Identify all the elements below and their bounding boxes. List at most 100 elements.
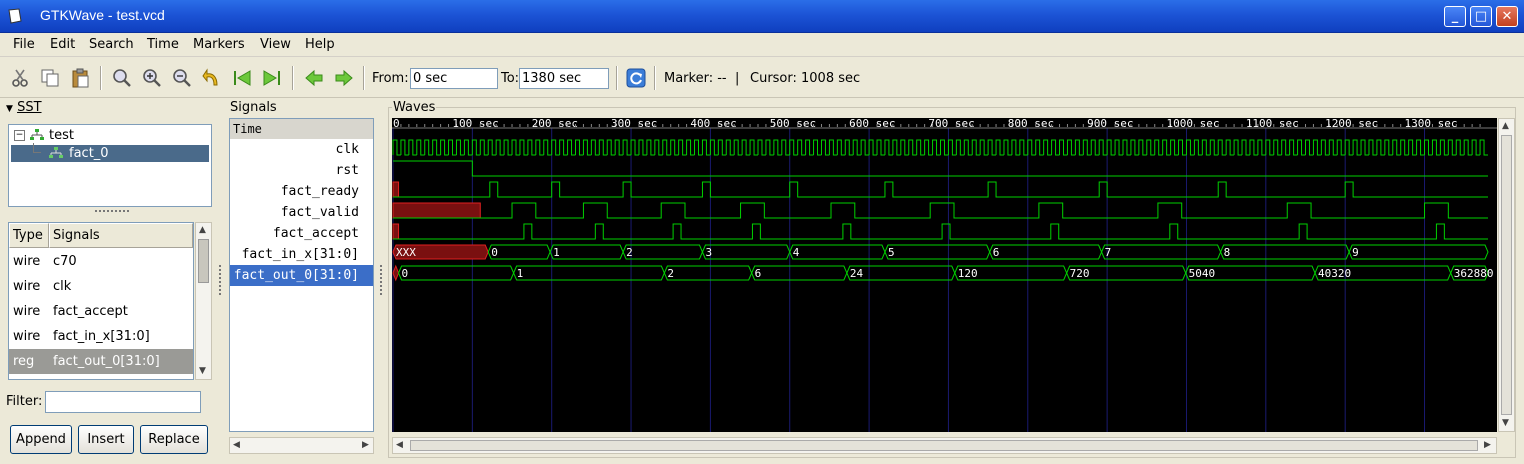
row-type: wire bbox=[13, 374, 40, 379]
scroll-right-icon[interactable]: ▶ bbox=[1484, 440, 1491, 450]
list-item[interactable]: wire c70 bbox=[9, 249, 193, 274]
menu-time[interactable]: Time bbox=[147, 37, 179, 52]
signal-fact-in-x[interactable]: fact_in_x[31:0] bbox=[242, 244, 359, 265]
bus-fact-in-x-value: 8 bbox=[1224, 246, 1231, 259]
hierarchy-icon bbox=[49, 147, 63, 158]
minimize-button[interactable]: _ bbox=[1444, 6, 1466, 27]
sst-header[interactable]: ▼ SST bbox=[6, 100, 42, 115]
bus-fact-in-x-value: 1 bbox=[553, 246, 560, 259]
bus-fact-in-x-value: 7 bbox=[1105, 246, 1112, 259]
waveform-canvas[interactable]: 0 100 sec 200 sec 300 sec 400 sec 500 sec 600 … bbox=[392, 118, 1497, 432]
list-item[interactable]: wire clk bbox=[9, 274, 193, 299]
waveform-svg[interactable]: 0 100 sec 200 sec 300 sec 400 sec 500 sec 600 … bbox=[392, 118, 1497, 432]
bus-fact-out-0-value: 0 bbox=[402, 267, 409, 280]
list-item[interactable]: wire fact_ready bbox=[9, 374, 193, 379]
scroll-up-icon[interactable]: ▲ bbox=[1502, 121, 1509, 131]
waves-hscrollbar[interactable]: ◀ ▶ bbox=[392, 437, 1497, 454]
scroll-right-icon[interactable]: ▶ bbox=[362, 440, 369, 450]
pane-resize-handle[interactable] bbox=[95, 210, 129, 214]
bus-fact-out-0-segment bbox=[398, 265, 515, 281]
signal-fact-out-0[interactable]: fact_out_0[31:0] bbox=[234, 265, 359, 286]
last-icon[interactable] bbox=[262, 68, 282, 88]
column-signals[interactable]: Signals bbox=[49, 223, 193, 248]
cursor-readout: Cursor: 1008 sec bbox=[750, 71, 861, 86]
scrollbar-thumb[interactable] bbox=[198, 239, 209, 283]
app-icon bbox=[8, 8, 22, 24]
marker-readout: Marker: -- bbox=[664, 71, 727, 86]
scroll-down-icon[interactable]: ▼ bbox=[199, 366, 206, 376]
list-item[interactable]: wire fact_in_x[31:0] bbox=[9, 324, 193, 349]
insert-button[interactable]: Insert bbox=[78, 425, 134, 454]
reload-icon[interactable] bbox=[626, 68, 646, 88]
menu-help[interactable]: Help bbox=[305, 37, 335, 52]
bus-fact-in-x-segment bbox=[1348, 244, 1489, 260]
scroll-up-icon[interactable]: ▲ bbox=[199, 225, 206, 235]
sst-tree[interactable]: − test fact_0 bbox=[8, 124, 212, 207]
window-title: GTKWave - test.vcd bbox=[40, 7, 165, 23]
bus-fact-in-x-value: 9 bbox=[1352, 246, 1359, 259]
replace-button[interactable]: Replace bbox=[140, 425, 208, 454]
row-name: clk bbox=[53, 279, 72, 294]
append-button[interactable]: Append bbox=[10, 425, 72, 454]
menu-edit[interactable]: Edit bbox=[50, 37, 75, 52]
waves-vscrollbar[interactable]: ▲ ▼ bbox=[1498, 118, 1515, 432]
bus-fact-out-0-value: 24 bbox=[850, 267, 864, 280]
sst-signal-list[interactable]: Type Signals wire c70 wire clk wire fact_ac… bbox=[8, 222, 194, 380]
menu-view[interactable]: View bbox=[260, 37, 291, 52]
row-name: c70 bbox=[53, 254, 77, 269]
signal-fact-accept[interactable]: fact_accept bbox=[273, 223, 359, 244]
tree-node-fact-0[interactable]: fact_0 bbox=[11, 143, 209, 162]
zoom-fit-icon[interactable] bbox=[112, 68, 132, 88]
wave-clk bbox=[392, 139, 1488, 156]
cut-icon[interactable] bbox=[10, 68, 30, 88]
bus-fact-out-0-value: 2 bbox=[667, 267, 674, 280]
tree-line-icon bbox=[33, 143, 41, 153]
signal-clk[interactable]: clk bbox=[336, 139, 359, 160]
paste-icon[interactable] bbox=[70, 68, 90, 88]
signals-pane[interactable]: Time clk rst fact_ready fact_valid fact_… bbox=[229, 118, 374, 432]
hierarchy-icon bbox=[30, 129, 44, 140]
bus-fact-in-x-segment bbox=[622, 244, 704, 260]
tree-node-test[interactable]: − test bbox=[11, 127, 209, 144]
signal-rst[interactable]: rst bbox=[336, 160, 359, 181]
zoom-in-icon[interactable] bbox=[142, 68, 162, 88]
first-icon[interactable] bbox=[232, 68, 252, 88]
list-item[interactable]: reg fact_out_0[31:0] bbox=[9, 349, 193, 374]
collapse-icon[interactable]: − bbox=[14, 130, 25, 141]
bus-fact-in-x-segment bbox=[701, 244, 791, 260]
pane-resize-handle[interactable] bbox=[380, 265, 383, 295]
wave-fact-valid bbox=[393, 202, 1488, 219]
from-field[interactable]: 0 sec bbox=[410, 68, 498, 89]
maximize-button[interactable]: □ bbox=[1470, 6, 1492, 27]
list-item[interactable]: wire fact_accept bbox=[9, 299, 193, 324]
pane-resize-handle[interactable] bbox=[219, 265, 222, 295]
signals-hscrollbar[interactable]: ◀ ▶ bbox=[229, 437, 374, 454]
signal-list-scrollbar[interactable]: ▲ ▼ bbox=[195, 222, 212, 380]
column-type[interactable]: Type bbox=[9, 223, 49, 248]
undo-icon[interactable] bbox=[202, 68, 222, 88]
copy-icon[interactable] bbox=[40, 68, 60, 88]
zoom-out-icon[interactable] bbox=[172, 68, 192, 88]
filter-input[interactable] bbox=[45, 391, 201, 413]
next-icon[interactable] bbox=[334, 68, 354, 88]
signal-fact-valid[interactable]: fact_valid bbox=[281, 202, 359, 223]
to-field[interactable]: 1380 sec bbox=[519, 68, 609, 89]
row-type: reg bbox=[13, 354, 35, 369]
bus-fact-out-0-value: 720 bbox=[1070, 267, 1090, 280]
bus-fact-in-x-segment bbox=[1220, 244, 1350, 260]
bus-fact-in-x-value: 4 bbox=[793, 246, 800, 259]
scrollbar-thumb[interactable] bbox=[1501, 135, 1512, 415]
scrollbar-thumb[interactable] bbox=[410, 440, 1478, 451]
menu-file[interactable]: File bbox=[13, 37, 35, 52]
close-button[interactable]: ✕ bbox=[1496, 6, 1518, 27]
scroll-left-icon[interactable]: ◀ bbox=[396, 440, 403, 450]
scroll-left-icon[interactable]: ◀ bbox=[233, 440, 240, 450]
menu-markers[interactable]: Markers bbox=[193, 37, 245, 52]
prev-icon[interactable] bbox=[304, 68, 324, 88]
signal-fact-ready[interactable]: fact_ready bbox=[281, 181, 359, 202]
row-name: fact_ready bbox=[53, 374, 121, 379]
menu-search[interactable]: Search bbox=[89, 37, 134, 52]
tree-label-test: test bbox=[49, 128, 74, 143]
scroll-down-icon[interactable]: ▼ bbox=[1502, 418, 1509, 428]
bus-fact-out-0-segment bbox=[513, 265, 665, 281]
